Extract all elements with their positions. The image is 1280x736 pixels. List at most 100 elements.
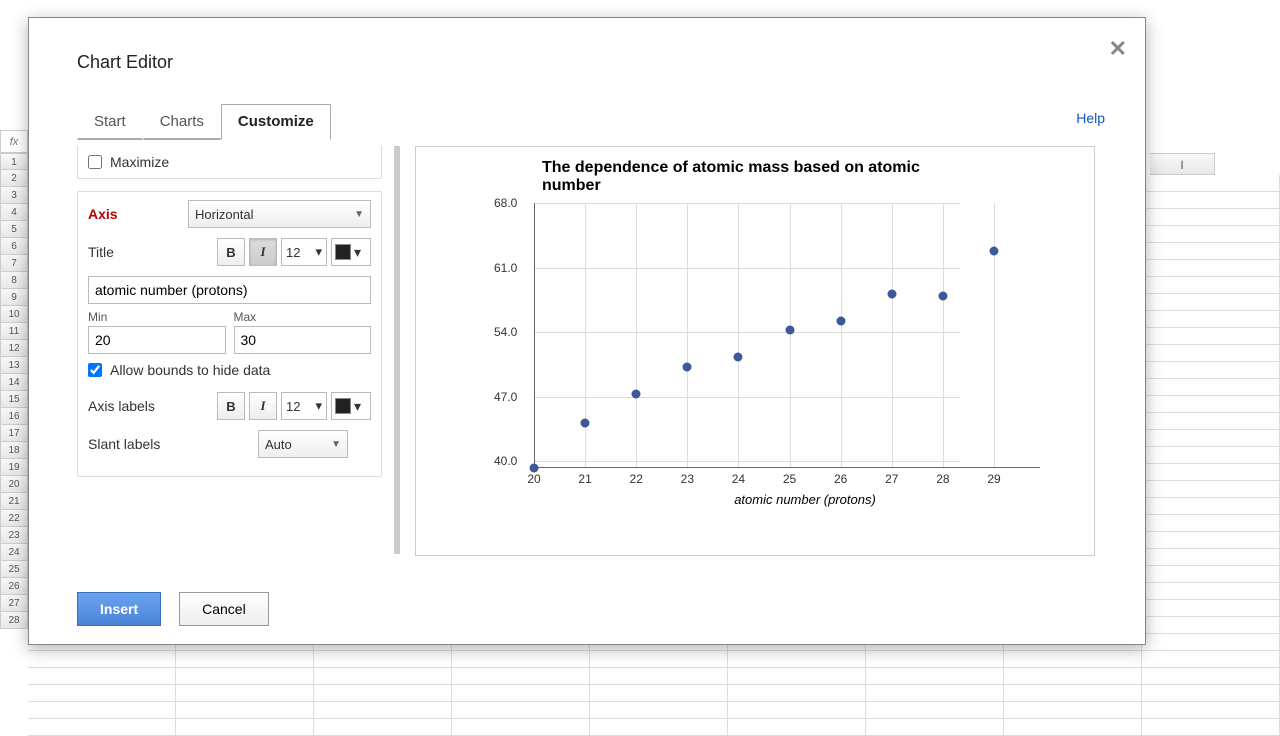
axis-select[interactable]: Horizontal ▼ bbox=[188, 200, 371, 228]
cell[interactable] bbox=[866, 685, 1004, 702]
row-header[interactable]: 19 bbox=[0, 459, 28, 476]
cell[interactable] bbox=[1142, 617, 1280, 634]
cell[interactable] bbox=[866, 668, 1004, 685]
cell[interactable] bbox=[452, 719, 590, 736]
cell[interactable] bbox=[1004, 668, 1142, 685]
row-header[interactable]: 2 bbox=[0, 170, 28, 187]
cell[interactable] bbox=[728, 685, 866, 702]
row-header[interactable]: 10 bbox=[0, 306, 28, 323]
cell[interactable] bbox=[1142, 719, 1280, 736]
cell[interactable] bbox=[452, 702, 590, 719]
cell[interactable] bbox=[1142, 702, 1280, 719]
row-header[interactable]: 15 bbox=[0, 391, 28, 408]
cell[interactable] bbox=[1142, 260, 1280, 277]
cell[interactable] bbox=[314, 651, 452, 668]
title-font-size-select[interactable]: 12▾ bbox=[281, 238, 327, 266]
cell[interactable] bbox=[590, 668, 728, 685]
row-header[interactable]: 14 bbox=[0, 374, 28, 391]
italic-button[interactable]: I bbox=[249, 238, 277, 266]
cell[interactable] bbox=[314, 719, 452, 736]
cell[interactable] bbox=[1004, 702, 1142, 719]
row-header[interactable]: 11 bbox=[0, 323, 28, 340]
cell[interactable] bbox=[176, 719, 314, 736]
row-header[interactable]: 20 bbox=[0, 476, 28, 493]
row-header[interactable]: 18 bbox=[0, 442, 28, 459]
cell[interactable] bbox=[1142, 600, 1280, 617]
cell[interactable] bbox=[1142, 379, 1280, 396]
row-header[interactable]: 7 bbox=[0, 255, 28, 272]
cell[interactable] bbox=[176, 668, 314, 685]
cell[interactable] bbox=[314, 702, 452, 719]
axis-labels-color-select[interactable]: ▾ bbox=[331, 392, 371, 420]
maximize-checkbox[interactable] bbox=[88, 155, 102, 169]
cell[interactable] bbox=[1142, 464, 1280, 481]
cell[interactable] bbox=[28, 668, 176, 685]
maximize-checkbox-row[interactable]: Maximize bbox=[88, 154, 371, 170]
cell[interactable] bbox=[1142, 328, 1280, 345]
cell[interactable] bbox=[1142, 566, 1280, 583]
row-header[interactable]: 5 bbox=[0, 221, 28, 238]
bold-button[interactable]: B bbox=[217, 238, 245, 266]
cell[interactable] bbox=[1142, 532, 1280, 549]
row-header[interactable]: 27 bbox=[0, 595, 28, 612]
cell[interactable] bbox=[1142, 498, 1280, 515]
cancel-button[interactable]: Cancel bbox=[179, 592, 269, 626]
cell[interactable] bbox=[314, 668, 452, 685]
row-header[interactable]: 24 bbox=[0, 544, 28, 561]
cell[interactable] bbox=[1142, 396, 1280, 413]
axis-labels-bold-button[interactable]: B bbox=[217, 392, 245, 420]
row-header[interactable]: 26 bbox=[0, 578, 28, 595]
cell[interactable] bbox=[1142, 175, 1280, 192]
help-link[interactable]: Help bbox=[1076, 110, 1105, 126]
allow-bounds-row[interactable]: Allow bounds to hide data bbox=[88, 362, 371, 378]
cell[interactable] bbox=[176, 685, 314, 702]
cell[interactable] bbox=[1142, 583, 1280, 600]
cell[interactable] bbox=[28, 651, 176, 668]
cell[interactable] bbox=[176, 651, 314, 668]
row-header[interactable]: 13 bbox=[0, 357, 28, 374]
slant-labels-select[interactable]: Auto ▼ bbox=[258, 430, 348, 458]
cell[interactable] bbox=[1142, 685, 1280, 702]
cell[interactable] bbox=[28, 719, 176, 736]
row-header[interactable]: 3 bbox=[0, 187, 28, 204]
cell[interactable] bbox=[1142, 192, 1280, 209]
cell[interactable] bbox=[590, 702, 728, 719]
cell[interactable] bbox=[1142, 277, 1280, 294]
axis-labels-italic-button[interactable]: I bbox=[249, 392, 277, 420]
row-header[interactable]: 12 bbox=[0, 340, 28, 357]
cell[interactable] bbox=[728, 719, 866, 736]
row-header[interactable]: 6 bbox=[0, 238, 28, 255]
row-header[interactable]: 1 bbox=[0, 153, 28, 170]
insert-button[interactable]: Insert bbox=[77, 592, 161, 626]
cell[interactable] bbox=[1142, 549, 1280, 566]
cell[interactable] bbox=[1142, 294, 1280, 311]
max-input[interactable] bbox=[234, 326, 372, 354]
cell[interactable] bbox=[1142, 413, 1280, 430]
cell[interactable] bbox=[1142, 515, 1280, 532]
cell[interactable] bbox=[1142, 430, 1280, 447]
cell[interactable] bbox=[1142, 668, 1280, 685]
cell[interactable] bbox=[314, 685, 452, 702]
cell[interactable] bbox=[728, 668, 866, 685]
cell[interactable] bbox=[590, 651, 728, 668]
cell[interactable] bbox=[1004, 651, 1142, 668]
tab-charts[interactable]: Charts bbox=[143, 104, 221, 140]
cell[interactable] bbox=[866, 719, 1004, 736]
cell[interactable] bbox=[728, 651, 866, 668]
cell[interactable] bbox=[590, 719, 728, 736]
cell[interactable] bbox=[590, 685, 728, 702]
cell[interactable] bbox=[452, 651, 590, 668]
cell[interactable] bbox=[28, 685, 176, 702]
cell[interactable] bbox=[452, 668, 590, 685]
row-header[interactable]: 22 bbox=[0, 510, 28, 527]
column-header[interactable]: I bbox=[1150, 153, 1215, 175]
min-input[interactable] bbox=[88, 326, 226, 354]
cell[interactable] bbox=[1142, 362, 1280, 379]
cell[interactable] bbox=[28, 702, 176, 719]
row-header[interactable]: 21 bbox=[0, 493, 28, 510]
row-header[interactable]: 28 bbox=[0, 612, 28, 629]
cell[interactable] bbox=[176, 702, 314, 719]
row-header[interactable]: 16 bbox=[0, 408, 28, 425]
tab-start[interactable]: Start bbox=[77, 104, 143, 140]
cell[interactable] bbox=[452, 685, 590, 702]
